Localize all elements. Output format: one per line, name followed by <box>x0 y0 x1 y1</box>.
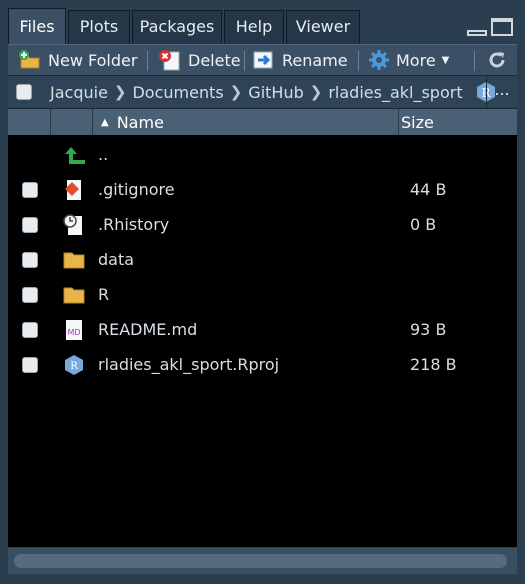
breadcrumb-path: Jacquie ❯ Documents ❯ GitHub ❯ rladies_a… <box>50 76 497 108</box>
new-folder-icon <box>19 50 40 69</box>
row-checkbox[interactable] <box>22 357 38 373</box>
rename-button[interactable]: Rename <box>252 45 348 75</box>
breadcrumb-item[interactable]: Documents <box>132 83 223 102</box>
row-checkbox[interactable] <box>22 182 38 198</box>
breadcrumb: Jacquie ❯ Documents ❯ GitHub ❯ rladies_a… <box>8 75 517 108</box>
header-icon-column <box>50 109 92 135</box>
row-checkbox[interactable] <box>22 252 38 268</box>
name-column-header[interactable]: ▲ Name <box>92 109 398 135</box>
folder-icon <box>63 287 85 304</box>
rename-icon <box>253 51 273 69</box>
new-folder-label: New Folder <box>48 50 138 70</box>
row-checkbox[interactable] <box>22 287 38 303</box>
svg-text:R: R <box>70 361 78 372</box>
file-name[interactable]: .gitignore <box>98 172 175 207</box>
delete-button[interactable]: Delete <box>158 45 241 75</box>
pane-tabs: Files Plots Packages Help Viewer <box>8 8 517 44</box>
list-item[interactable]: .Rhistory 0 B <box>8 207 517 242</box>
breadcrumb-item[interactable]: GitHub <box>248 83 303 102</box>
file-name[interactable]: README.md <box>98 312 197 347</box>
file-name[interactable]: rladies_akl_sport.Rproj <box>98 347 279 382</box>
row-checkbox[interactable] <box>22 217 38 233</box>
file-list: .. .gitignore 44 B .Rhistory 0 B data R … <box>8 135 517 547</box>
breadcrumb-more-button[interactable]: ... <box>486 76 517 108</box>
markdown-file-icon: MD <box>66 320 82 340</box>
chevron-down-icon: ▼ <box>441 54 450 66</box>
horizontal-scrollbar[interactable] <box>8 548 517 574</box>
list-item[interactable]: R rladies_akl_sport.Rproj 218 B <box>8 347 517 382</box>
maximize-icon[interactable] <box>491 18 513 36</box>
file-size: 218 B <box>410 355 457 374</box>
chevron-right-icon: ❯ <box>113 83 127 101</box>
rename-label: Rename <box>282 50 348 70</box>
svg-text:MD: MD <box>67 328 80 337</box>
minimize-icon[interactable] <box>467 30 487 36</box>
toolbar-divider <box>147 51 148 71</box>
row-checkbox[interactable] <box>22 322 38 338</box>
list-item[interactable]: .. <box>8 137 517 172</box>
size-column-header[interactable]: Size <box>398 109 517 135</box>
size-column-label: Size <box>401 112 434 132</box>
file-name[interactable]: data <box>98 242 134 277</box>
file-name[interactable]: R <box>98 277 109 312</box>
breadcrumb-item[interactable]: Jacquie <box>50 83 108 102</box>
toolbar-divider <box>358 51 359 71</box>
history-file-icon <box>63 214 82 235</box>
file-size: 0 B <box>410 215 437 234</box>
rproj-file-icon: R <box>65 355 83 375</box>
toolbar-divider <box>244 51 245 71</box>
files-toolbar: New Folder Delete Rename More ▼ <box>8 44 517 75</box>
tab-files[interactable]: Files <box>8 8 66 44</box>
name-column-label: Name <box>116 112 164 132</box>
file-list-header: ▲ Name Size <box>8 108 517 136</box>
list-item[interactable]: R <box>8 277 517 312</box>
file-size: 44 B <box>410 180 447 199</box>
new-folder-button[interactable]: New Folder <box>18 45 137 75</box>
files-pane: Files Plots Packages Help Viewer New Fol… <box>0 0 525 584</box>
breadcrumb-item[interactable]: rladies_akl_sport <box>328 83 462 102</box>
more-label: More <box>396 50 436 70</box>
delete-icon <box>159 50 180 71</box>
scrollbar-thumb[interactable] <box>14 554 507 568</box>
toolbar-divider <box>474 51 475 71</box>
refresh-icon <box>489 52 505 68</box>
folder-icon <box>63 252 85 269</box>
git-file-icon <box>65 180 81 200</box>
tab-help[interactable]: Help <box>224 10 284 44</box>
file-name[interactable]: .Rhistory <box>98 207 169 242</box>
tab-viewer[interactable]: Viewer <box>286 10 360 44</box>
chevron-right-icon: ❯ <box>309 83 323 101</box>
sort-ascending-icon: ▲ <box>101 116 109 128</box>
delete-label: Delete <box>188 50 241 70</box>
list-item[interactable]: data <box>8 242 517 277</box>
up-arrow-icon <box>65 147 85 164</box>
tab-packages[interactable]: Packages <box>132 10 222 44</box>
list-item[interactable]: .gitignore 44 B <box>8 172 517 207</box>
list-item[interactable]: MD README.md 93 B <box>8 312 517 347</box>
file-name: .. <box>98 145 109 164</box>
refresh-button[interactable] <box>486 45 508 75</box>
file-size: 93 B <box>410 320 447 339</box>
gear-icon <box>369 50 389 70</box>
select-all-checkbox[interactable] <box>16 84 32 100</box>
chevron-right-icon: ❯ <box>229 83 243 101</box>
tab-plots[interactable]: Plots <box>68 10 130 44</box>
window-controls <box>463 18 515 38</box>
more-button[interactable]: More ▼ <box>368 45 449 75</box>
